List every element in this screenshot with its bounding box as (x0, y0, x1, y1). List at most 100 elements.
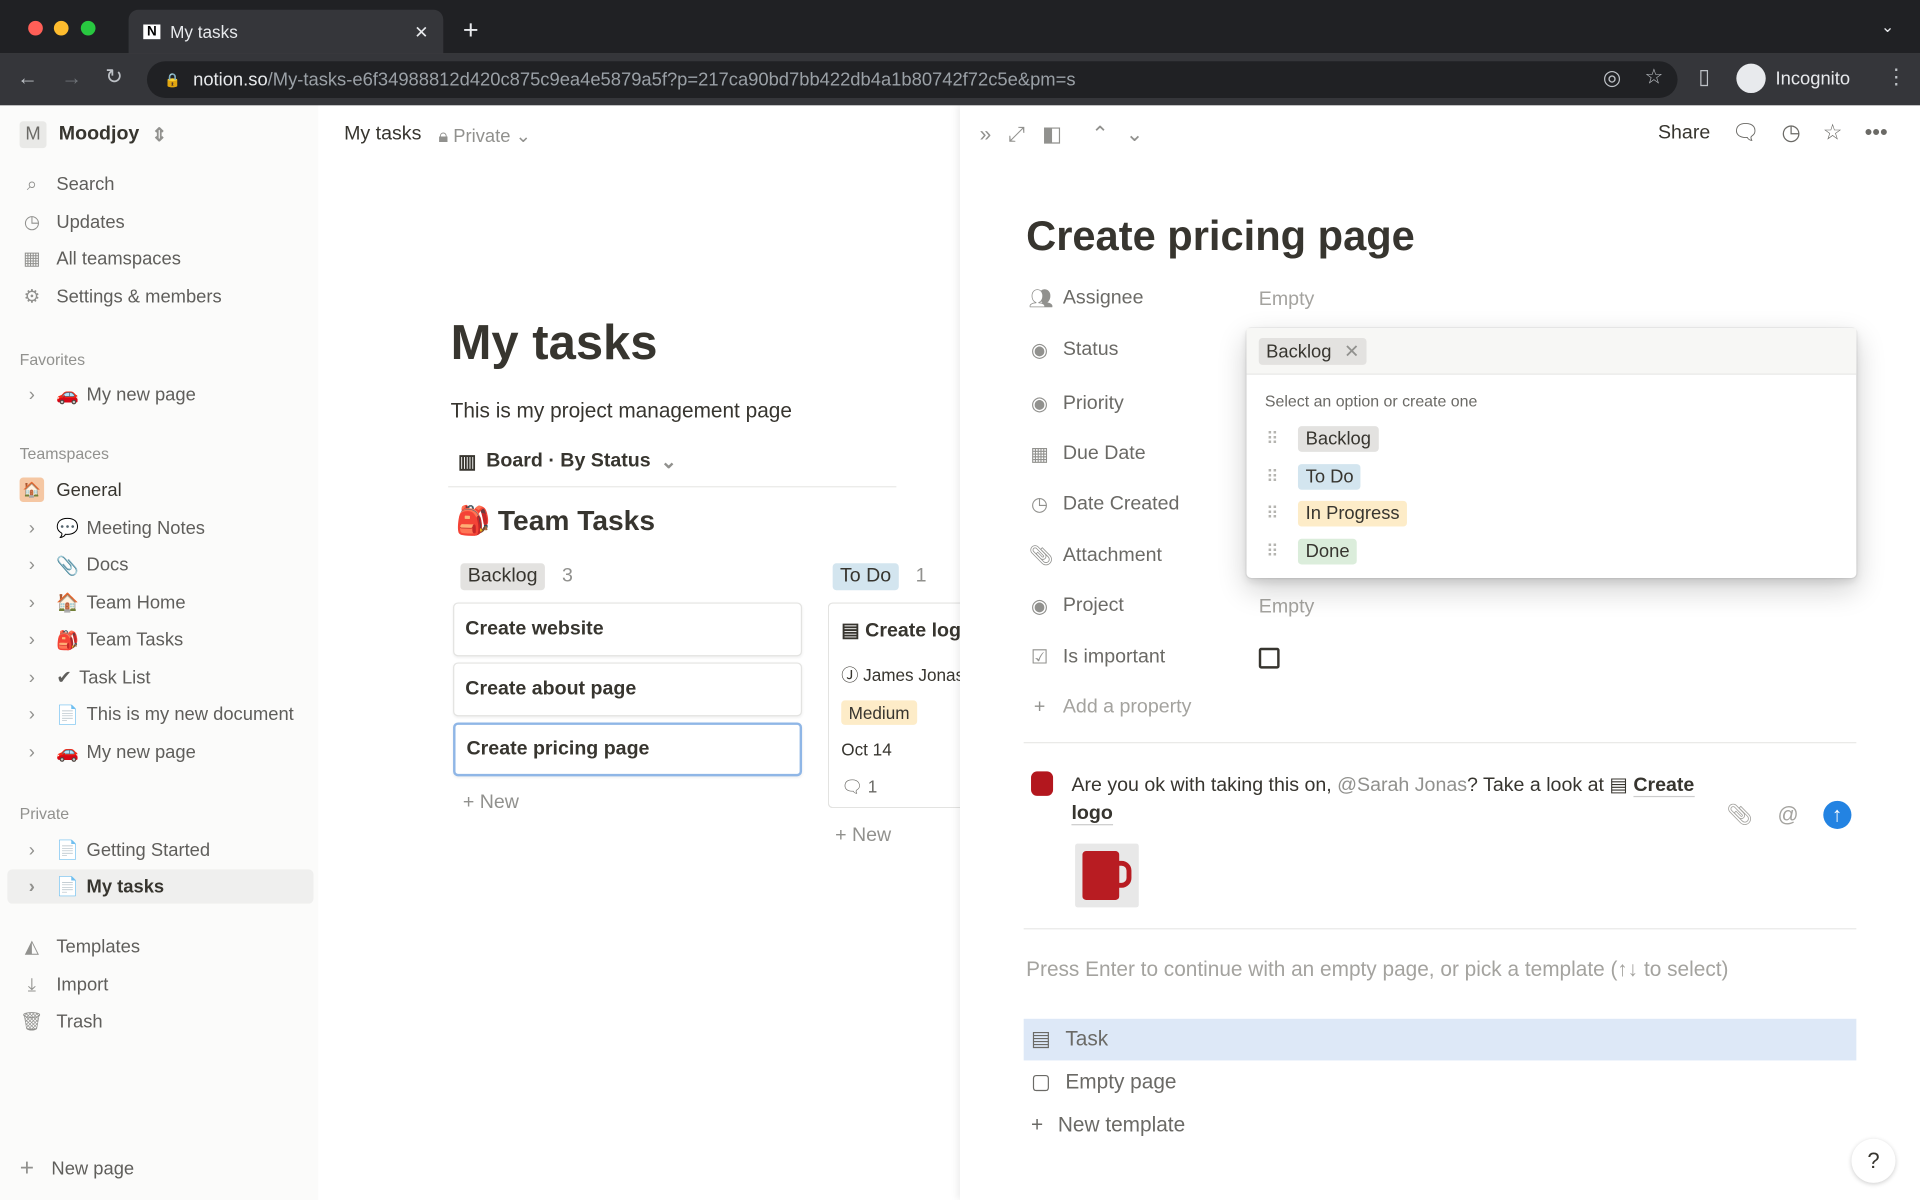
sidebar-teamspace-item[interactable]: › ✔ Task List (20, 660, 151, 694)
sidebar-item-import[interactable]: ⤓ Import (20, 967, 109, 1001)
new-template-button[interactable]: + New template (1031, 1113, 1185, 1137)
status-option[interactable]: ⠿ Backlog (1266, 426, 1379, 452)
drag-handle-icon[interactable]: ⠿ (1266, 466, 1279, 487)
chevron-right-icon[interactable]: › (20, 592, 44, 613)
private-heading[interactable]: Private (20, 804, 70, 822)
comments-icon[interactable]: 🗨︎ (1731, 120, 1759, 146)
close-tab-icon[interactable]: ✕ (414, 21, 428, 42)
sidebar-teamspace-item[interactable]: › 🏠 Team Home (20, 585, 186, 619)
add-property-button[interactable]: + Add a property (1029, 697, 1192, 719)
sidebar-favorite-item[interactable]: › 🚗 My new page (20, 377, 196, 411)
status-option[interactable]: ⠿ In Progress (1266, 500, 1407, 527)
tab-list-chevron-icon[interactable]: ⌄ (1881, 17, 1894, 37)
tracking-off-icon[interactable]: ◎ (1603, 66, 1621, 90)
favorite-star-icon[interactable]: ☆ (1823, 120, 1843, 146)
board-card[interactable]: Create about page (453, 662, 803, 717)
property-project[interactable]: ◉ Project (1029, 594, 1124, 618)
maximize-window-button[interactable] (80, 20, 96, 36)
property-date-created[interactable]: ◷ Date Created (1029, 492, 1179, 516)
sidebar-item-all-teamspaces[interactable]: ▦ All teamspaces (20, 241, 181, 275)
board-card-todo[interactable]: ▤ Create logo Ⓙ James Jonas Medium Oct 1… (827, 602, 975, 809)
attach-icon[interactable]: 📎︎ (1727, 803, 1753, 827)
drag-handle-icon[interactable]: ⠿ (1266, 429, 1279, 450)
close-window-button[interactable] (28, 20, 43, 36)
sidebar-teamspace-item[interactable]: › 📎 Docs (20, 548, 129, 582)
star-icon[interactable]: ☆ (1645, 65, 1664, 89)
chevron-right-icon[interactable]: › (20, 384, 44, 405)
peek-page-title[interactable]: Create pricing page (1026, 213, 1415, 261)
address-bar[interactable]: 🔒 notion.so/My-tasks-e6f34988812d420c875… (146, 61, 1678, 98)
privacy-dropdown[interactable]: 🔒︎ Private ⌄ (438, 125, 531, 147)
send-comment-button[interactable]: ↑ (1823, 800, 1852, 829)
status-option[interactable]: ⠿ To Do (1266, 463, 1361, 490)
property-due-date[interactable]: ▦ Due Date (1029, 442, 1145, 466)
column-header-backlog[interactable]: Backlog 3 (460, 563, 573, 591)
sidebar-teamspace-item[interactable]: › 💬 Meeting Notes (20, 511, 205, 545)
page-title[interactable]: My tasks (451, 316, 658, 371)
sidebar-item-settings[interactable]: ⚙ Settings & members (20, 279, 222, 313)
back-icon[interactable]: ← (17, 66, 38, 90)
property-attachment[interactable]: 📎︎ Attachment (1029, 544, 1162, 568)
chevron-right-icon[interactable]: › (20, 555, 44, 576)
status-search-input[interactable]: Backlog ✕ (1246, 328, 1857, 375)
is-important-checkbox[interactable] (1258, 647, 1280, 669)
sidebar-item-my-tasks[interactable]: › 📄 My tasks (7, 869, 314, 904)
new-card-button[interactable]: + New (835, 825, 891, 847)
peek-mode-icon[interactable]: ◧ (1042, 122, 1062, 146)
side-panel-icon[interactable]: ▯ (1698, 65, 1709, 89)
property-assignee[interactable]: 👥︎ Assignee (1029, 287, 1144, 311)
page-description[interactable]: This is my project management page (451, 399, 792, 423)
new-tab-button[interactable]: + (463, 15, 479, 47)
new-page-button[interactable]: + New page (15, 1151, 134, 1185)
forward-icon[interactable]: → (61, 66, 82, 90)
breadcrumb[interactable]: My tasks (344, 124, 421, 146)
column-header-todo[interactable]: To Do 1 (832, 563, 927, 591)
view-switcher[interactable]: ▥ Board · By Status ⌄ (458, 449, 677, 473)
template-task[interactable]: ▤ Task (1023, 1018, 1857, 1061)
incognito-profile[interactable]: Incognito (1736, 63, 1850, 94)
sidebar-teamspace-item[interactable]: › 🚗 My new page (20, 735, 196, 769)
mug-image[interactable] (1075, 843, 1139, 908)
teamspace-general[interactable]: 🏠 General (19, 473, 122, 507)
expand-icon[interactable]: ⤢ (1008, 122, 1025, 146)
mention[interactable]: @Sarah Jonas (1337, 775, 1467, 796)
property-status[interactable]: ◉ Status (1029, 338, 1118, 362)
help-button[interactable]: ? (1851, 1138, 1896, 1183)
template-empty-page[interactable]: ▢ Empty page (1031, 1070, 1176, 1094)
board-card-selected[interactable]: Create pricing page (453, 722, 803, 777)
board-card[interactable]: Create website (453, 602, 803, 657)
chevron-right-icon[interactable]: › (20, 876, 44, 897)
minimize-window-button[interactable] (53, 20, 69, 36)
reload-icon[interactable]: ↻ (105, 65, 122, 89)
assignee-value[interactable]: Empty (1259, 289, 1315, 311)
database-title[interactable]: 🎒 Team Tasks (456, 504, 655, 537)
chevron-right-icon[interactable]: › (20, 704, 44, 725)
status-option[interactable]: ⠿ Done (1266, 538, 1357, 564)
favorites-heading[interactable]: Favorites (20, 350, 85, 368)
browser-menu-icon[interactable]: ⋮ (1886, 65, 1907, 89)
sidebar-teamspace-item[interactable]: › 📄 This is my new document (20, 697, 294, 731)
workspace-switcher[interactable]: M Moodjoy ⇕ (19, 118, 167, 152)
project-value[interactable]: Empty (1259, 596, 1315, 618)
chevron-right-icon[interactable]: › (20, 629, 44, 650)
close-peek-icon[interactable]: » (980, 122, 992, 146)
more-icon[interactable]: ••• (1865, 120, 1888, 146)
sidebar-item-search[interactable]: ⌕ Search (20, 167, 115, 201)
share-button[interactable]: Share (1658, 122, 1710, 144)
property-is-important[interactable]: ☑ Is important (1029, 645, 1165, 669)
drag-handle-icon[interactable]: ⠿ (1266, 541, 1279, 562)
history-icon[interactable]: ◷ (1781, 120, 1800, 146)
sidebar-teamspace-item[interactable]: › 🎒 Team Tasks (20, 623, 184, 657)
sidebar-item-templates[interactable]: ◭ Templates (20, 929, 140, 963)
sidebar-item-getting-started[interactable]: › 📄 Getting Started (20, 833, 211, 867)
chevron-right-icon[interactable]: › (20, 517, 44, 538)
teamspaces-heading[interactable]: Teamspaces (20, 444, 109, 462)
browser-tab[interactable]: N My tasks ✕ (128, 9, 444, 54)
chevron-right-icon[interactable]: › (20, 667, 44, 688)
property-priority[interactable]: ◉ Priority (1029, 392, 1124, 416)
mention-icon[interactable]: @ (1777, 803, 1798, 827)
chevron-right-icon[interactable]: › (20, 741, 44, 762)
new-card-button[interactable]: + New (463, 792, 519, 814)
sidebar-item-trash[interactable]: 🗑 Trash (20, 1004, 103, 1038)
drag-handle-icon[interactable]: ⠿ (1266, 503, 1279, 524)
